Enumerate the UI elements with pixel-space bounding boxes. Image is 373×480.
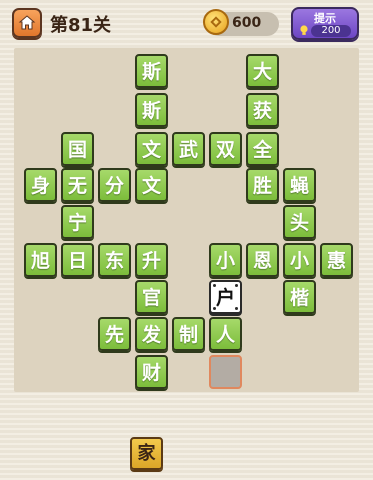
grid-cell: 文 [135,168,168,202]
grid-cell: 胜 [246,168,279,202]
grid-cell: 楷 [283,280,316,314]
hint-cost: 200 [311,25,351,37]
header-bar: 第81关 600 提示 200 [0,0,373,48]
grid-cell: 国 [61,132,94,166]
hint-button[interactable]: 提示 200 [291,7,359,40]
grid-cell: 双 [209,132,242,166]
tile-corner-dot [213,307,216,310]
grid-cell: 头 [283,205,316,239]
grid-cell: 宁 [61,205,94,239]
grid-cell: 制 [172,317,205,351]
grid-cell: 旭 [24,243,57,277]
tile-corner-dot [235,307,238,310]
grid-cell: 小 [283,243,316,277]
tile-corner-dot [213,284,216,287]
filled-answer-cell[interactable]: 户 [209,280,242,314]
lightbulb-icon [300,25,308,35]
grid-cell: 官 [135,280,168,314]
grid-cell: 发 [135,317,168,351]
grid-cell: 恩 [246,243,279,277]
grid-cell: 东 [98,243,131,277]
grid-cell: 小 [209,243,242,277]
hint-label: 提示 [314,12,336,25]
grid-cell: 惠 [320,243,353,277]
grid-cell: 大 [246,54,279,88]
level-title: 第81关 [50,15,112,36]
grid-cell: 先 [98,317,131,351]
grid-cell: 升 [135,243,168,277]
empty-answer-cell[interactable] [209,355,242,389]
grid-cell: 日 [61,243,94,277]
tile-corner-dot [235,284,238,287]
grid-cell: 分 [98,168,131,202]
answer-choice-tile[interactable]: 家 [130,437,163,470]
grid-cell: 斯 [135,54,168,88]
coin-count: 600 [232,15,262,31]
grid-cell: 财 [135,355,168,389]
grid-cell: 无 [61,168,94,202]
grid-cell: 武 [172,132,205,166]
grid-cell: 获 [246,93,279,127]
home-button[interactable] [12,8,42,38]
grid-cell: 全 [246,132,279,166]
grid-cell: 人 [209,317,242,351]
grid-cell: 斯 [135,93,168,127]
home-icon [18,15,36,30]
grid-cell: 文 [135,132,168,166]
coin-icon [203,9,229,35]
grid-cell: 身 [24,168,57,202]
grid-cell: 蝇 [283,168,316,202]
